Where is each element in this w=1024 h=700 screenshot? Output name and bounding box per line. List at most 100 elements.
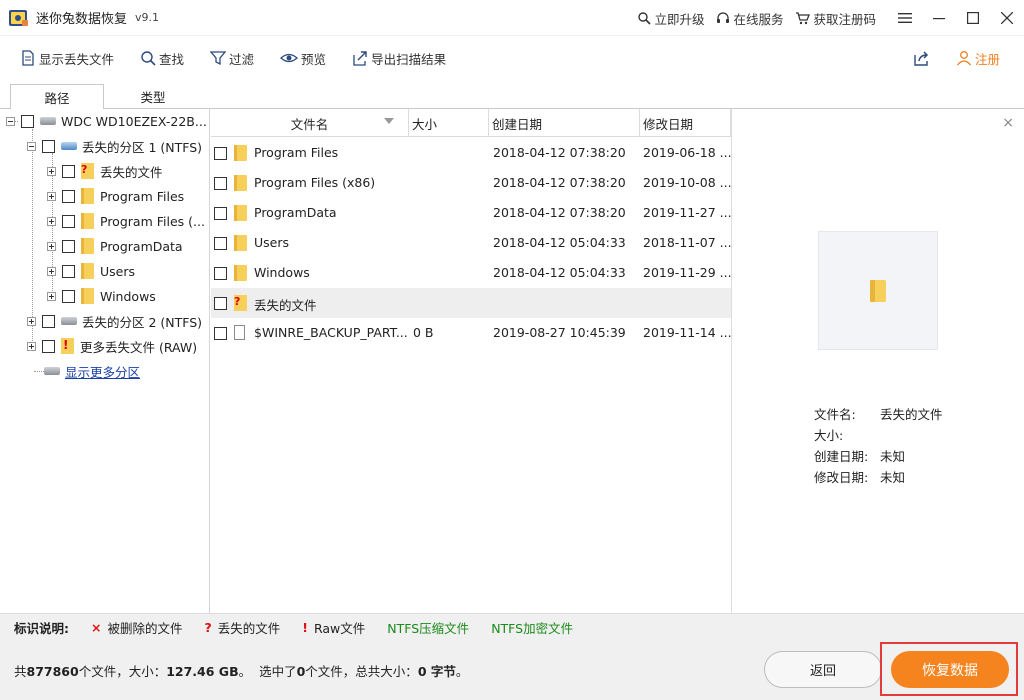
tree-node-lost-files[interactable]: ? 丢失的文件 bbox=[47, 160, 163, 182]
column-header-created[interactable]: 创建日期 bbox=[489, 109, 640, 137]
row-checkbox[interactable] bbox=[214, 177, 227, 190]
table-row[interactable]: ProgramData 2018-04-12 07:38:20 2019-11-… bbox=[211, 198, 732, 228]
row-checkbox[interactable] bbox=[214, 267, 227, 280]
maximize-icon bbox=[967, 12, 979, 24]
export-results-button[interactable]: 导出扫描结果 bbox=[352, 49, 446, 68]
register-button[interactable]: 注册 bbox=[956, 49, 1000, 68]
row-checkbox[interactable] bbox=[214, 297, 227, 310]
expand-toggle[interactable] bbox=[47, 191, 56, 201]
expand-toggle[interactable] bbox=[27, 316, 36, 326]
export-icon bbox=[353, 51, 367, 66]
expand-toggle[interactable] bbox=[27, 341, 36, 351]
row-created: 2018-04-12 07:38:20 bbox=[493, 175, 626, 190]
preview-thumbnail bbox=[818, 231, 938, 350]
menu-button[interactable] bbox=[888, 0, 922, 36]
app-logo-icon bbox=[8, 7, 30, 29]
row-name: ProgramData bbox=[254, 205, 337, 220]
legend-lost-label: 丢失的文件 bbox=[217, 621, 281, 636]
upgrade-link[interactable]: 立即升级 bbox=[637, 9, 704, 28]
column-header-modified[interactable]: 修改日期 bbox=[640, 109, 731, 137]
tree-node-programdata[interactable]: ProgramData bbox=[47, 235, 183, 257]
expand-toggle[interactable] bbox=[47, 266, 56, 276]
app-title: 迷你兔数据恢复 bbox=[36, 12, 128, 27]
find-button[interactable]: 查找 bbox=[140, 49, 184, 68]
column-header-name[interactable]: 文件名 bbox=[211, 109, 409, 137]
column-header-size[interactable]: 大小 bbox=[409, 109, 489, 137]
collapse-toggle[interactable] bbox=[6, 116, 15, 126]
row-checkbox[interactable] bbox=[214, 147, 227, 160]
preview-button[interactable]: 预览 bbox=[280, 49, 326, 68]
collapse-toggle[interactable] bbox=[27, 141, 36, 151]
tree-node-disk[interactable]: WDC WD10EZEX-22B... bbox=[6, 110, 207, 132]
tree-node-program-files-x86[interactable]: Program Files (... bbox=[47, 210, 205, 232]
title-bar: 迷你兔数据恢复 v9.1 立即升级 在线服务 获取注册码 bbox=[0, 0, 1024, 36]
maximize-button[interactable] bbox=[956, 0, 990, 36]
tree-item-label: Windows bbox=[100, 288, 156, 304]
expand-toggle[interactable] bbox=[47, 241, 56, 251]
document-icon bbox=[22, 50, 34, 66]
close-window-button[interactable] bbox=[990, 0, 1024, 36]
get-code-link[interactable]: 获取注册码 bbox=[795, 9, 876, 28]
tab-path[interactable]: 路径 bbox=[10, 84, 104, 110]
get-code-label: 获取注册码 bbox=[813, 11, 876, 27]
raw-label: 更多丢失文件 (RAW) bbox=[80, 339, 198, 355]
program-files-checkbox[interactable] bbox=[62, 189, 75, 203]
legend-ntfs-compressed-label: NTFS压缩文件 bbox=[387, 621, 470, 636]
close-preview-button[interactable]: × bbox=[1002, 115, 1014, 131]
row-checkbox[interactable] bbox=[214, 327, 227, 340]
tree-node-partition-1[interactable]: 丢失的分区 1 (NTFS) bbox=[27, 135, 202, 157]
users-checkbox[interactable] bbox=[62, 264, 75, 278]
raw-checkbox[interactable] bbox=[42, 339, 55, 353]
show-more-partitions[interactable]: 显示更多分区 bbox=[44, 360, 140, 382]
table-row[interactable]: Program Files 2018-04-12 07:38:20 2019-0… bbox=[211, 138, 732, 168]
preview-size-label: 大小: bbox=[814, 428, 844, 443]
programdata-checkbox[interactable] bbox=[62, 239, 75, 253]
table-row[interactable]: Program Files (x86) 2018-04-12 07:38:20 … bbox=[211, 168, 732, 198]
disk-checkbox[interactable] bbox=[21, 114, 34, 128]
table-row[interactable]: $WINRE_BACKUP_PART... 0 B 2019-08-27 10:… bbox=[211, 318, 732, 348]
tree-node-program-files[interactable]: Program Files bbox=[47, 185, 184, 207]
row-checkbox[interactable] bbox=[214, 237, 227, 250]
status-text: 选中了 bbox=[259, 664, 297, 679]
column-size-label: 大小 bbox=[412, 116, 438, 132]
table-row[interactable]: ? 丢失的文件 bbox=[211, 288, 731, 318]
share-button[interactable] bbox=[913, 50, 930, 66]
row-modified: 2019-11-27 ... bbox=[643, 205, 732, 220]
back-button[interactable]: 返回 bbox=[764, 651, 882, 688]
online-service-link[interactable]: 在线服务 bbox=[716, 9, 783, 28]
recover-data-button[interactable]: 恢复数据 bbox=[891, 651, 1009, 688]
minimize-button[interactable] bbox=[922, 0, 956, 36]
tree-node-windows[interactable]: Windows bbox=[47, 285, 156, 307]
total-file-count: 877860 bbox=[26, 664, 79, 679]
cart-icon bbox=[796, 12, 811, 25]
expand-toggle[interactable] bbox=[47, 166, 56, 176]
row-checkbox[interactable] bbox=[214, 207, 227, 220]
partition-2-checkbox[interactable] bbox=[42, 314, 55, 328]
windows-checkbox[interactable] bbox=[62, 289, 75, 303]
search-icon bbox=[141, 51, 156, 66]
show-more-partitions-link[interactable]: 显示更多分区 bbox=[65, 362, 140, 381]
status-text: 个文件，总共大小： bbox=[305, 664, 418, 679]
expand-toggle[interactable] bbox=[47, 216, 56, 226]
filter-button[interactable]: 过滤 bbox=[210, 49, 254, 68]
expand-toggle[interactable] bbox=[47, 291, 56, 301]
program-files-x86-checkbox[interactable] bbox=[62, 214, 75, 228]
tree-node-users[interactable]: Users bbox=[47, 260, 135, 282]
tree-node-partition-2[interactable]: 丢失的分区 2 (NTFS) bbox=[27, 310, 202, 332]
tree-item-label: Users bbox=[100, 263, 136, 279]
raw-files-icon: ! bbox=[61, 338, 74, 354]
partition-1-checkbox[interactable] bbox=[42, 139, 55, 153]
tree-node-raw[interactable]: ! 更多丢失文件 (RAW) bbox=[27, 335, 197, 357]
view-tabs: 路径 类型 bbox=[0, 80, 1024, 110]
preview-panel: × 文件名: 丢失的文件 大小: 创建日期: 未知 修改日期: 未知 bbox=[731, 109, 1024, 613]
tab-type[interactable]: 类型 bbox=[106, 84, 200, 109]
show-lost-files-button[interactable]: 显示丢失文件 bbox=[20, 49, 114, 68]
lost-files-checkbox[interactable] bbox=[62, 164, 75, 178]
table-row[interactable]: Users 2018-04-12 05:04:33 2018-11-07 ... bbox=[211, 228, 732, 258]
row-created: 2018-04-12 05:04:33 bbox=[493, 235, 626, 250]
online-service-label: 在线服务 bbox=[733, 11, 784, 27]
partition-2-label: 丢失的分区 2 (NTFS) bbox=[82, 314, 203, 330]
table-row[interactable]: Windows 2018-04-12 05:04:33 2019-11-29 .… bbox=[211, 258, 732, 288]
folder-icon bbox=[234, 145, 247, 161]
row-modified: 2019-11-14 ... bbox=[643, 325, 732, 340]
